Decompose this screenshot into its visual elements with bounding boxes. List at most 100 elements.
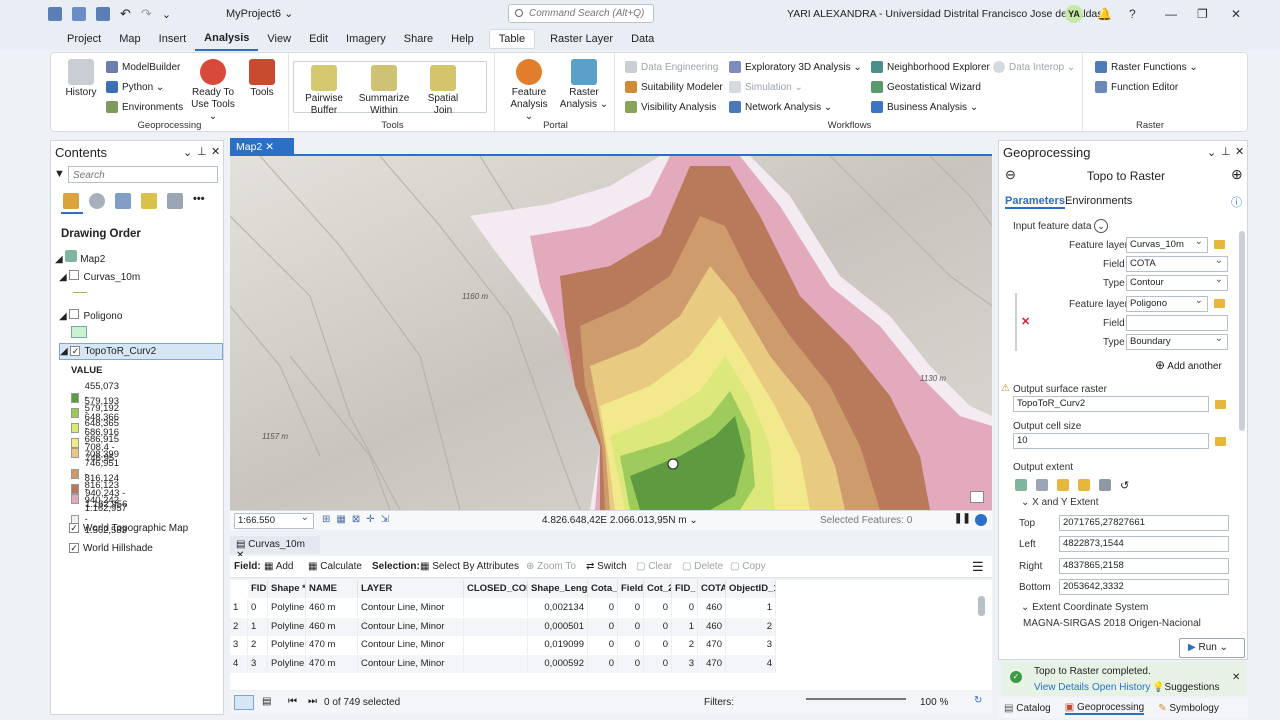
snapping-icon[interactable] <box>167 193 183 209</box>
reset-icon[interactable]: ↺ <box>1120 479 1129 492</box>
pause-icon[interactable]: ❚❚ <box>954 513 971 524</box>
table-cell[interactable]: 1 <box>672 617 698 636</box>
table-cell[interactable]: 0 <box>588 599 618 617</box>
open-icon[interactable] <box>72 7 86 21</box>
tree-basemap-hillshade[interactable]: ✓ World Hillshade <box>69 543 153 554</box>
network-analysis-button[interactable]: Network Analysis ⌄ <box>729 101 832 113</box>
table-cell[interactable]: Contour Line, Minor <box>358 654 464 673</box>
tree-layer-poligono[interactable]: ◢ Poligono <box>59 309 122 322</box>
grid-icon[interactable]: ▦ <box>336 514 345 525</box>
pairwise-buffer-button[interactable]: Pairwise Buffer <box>299 65 349 117</box>
table-cell[interactable] <box>464 599 528 617</box>
command-search[interactable]: Command Search (Alt+Q) <box>508 4 654 23</box>
tab-parameters[interactable]: Parameters <box>1005 195 1065 209</box>
table-cell[interactable]: 0 <box>588 636 618 654</box>
copy-button[interactable]: ▢ Copy <box>730 561 766 572</box>
table-cell[interactable]: 4 <box>726 654 776 673</box>
tree-basemap-topographic[interactable]: ✓ World Topographic Map <box>69 523 188 534</box>
output-raster-input[interactable]: TopoToR_Curv2 <box>1013 396 1209 412</box>
close-icon[interactable]: ✕ <box>1232 672 1240 683</box>
select-by-attributes-button[interactable]: ▦ Select By Attributes <box>420 561 519 572</box>
help-icon[interactable]: ⓘ <box>1231 194 1242 210</box>
table-cell[interactable]: 0,019099 <box>528 636 588 654</box>
tab-help[interactable]: Help <box>442 28 483 50</box>
pin-icon[interactable]: ⊥ <box>1221 145 1231 158</box>
table-menu-icon[interactable]: ☰ <box>972 559 984 575</box>
table-cell[interactable]: 2 <box>726 617 776 636</box>
data-source-icon[interactable] <box>89 193 105 209</box>
layer-checkbox[interactable] <box>69 270 80 280</box>
python-button[interactable]: Python ⌄ <box>106 81 164 93</box>
table-cell[interactable] <box>464 636 528 654</box>
collapse-icon[interactable]: ⌄ <box>1094 219 1108 233</box>
column-header[interactable]: NAME <box>306 580 358 598</box>
table-cell[interactable]: 0,000592 <box>528 654 588 673</box>
add-another-button[interactable]: ⊕ Add another <box>1155 358 1222 372</box>
zoom-extent-icon[interactable]: ⊞ <box>322 514 330 525</box>
field-1-select[interactable]: COTA <box>1126 256 1228 272</box>
close-icon[interactable]: ✕ <box>1235 145 1244 158</box>
pan-icon[interactable]: ✛ <box>366 514 374 525</box>
table-cell[interactable]: Contour Line, Minor <box>358 636 464 654</box>
table-cell[interactable]: 470 m <box>306 654 358 673</box>
tab-analysis[interactable]: Analysis <box>195 27 259 51</box>
browse-extent-icon[interactable] <box>1078 479 1090 491</box>
maximize-icon[interactable]: ❐ <box>1197 7 1208 21</box>
table-cell[interactable]: 2 <box>672 636 698 654</box>
layer-checkbox[interactable] <box>69 309 80 319</box>
view-details-link[interactable]: View Details <box>1034 682 1089 693</box>
tab-data[interactable]: Data <box>622 28 663 50</box>
tab-table[interactable]: Table <box>488 29 536 49</box>
business-analysis-button[interactable]: Business Analysis ⌄ <box>871 101 978 113</box>
tab-geoprocessing[interactable]: ▣ Geoprocessing <box>1064 702 1145 715</box>
map-tab[interactable]: Map2 ✕ <box>230 138 294 156</box>
table-cell[interactable]: 0 <box>644 654 672 673</box>
table-cell[interactable]: 0 <box>618 636 644 654</box>
customize-icon[interactable]: ⌄ <box>162 8 171 21</box>
pane-menu-icon[interactable]: ⌄ <box>1207 146 1216 159</box>
first-record-icon[interactable]: ⏮ <box>288 696 297 707</box>
open-history-link[interactable]: Open History <box>1092 682 1150 693</box>
filter-icon[interactable]: ▼ <box>54 168 65 180</box>
last-record-icon[interactable]: ⏭ <box>308 696 317 707</box>
navigate-icon[interactable]: ⇲ <box>381 514 389 525</box>
left-input[interactable]: 4822873,1544 <box>1059 536 1229 552</box>
top-input[interactable]: 2071765,27827661 <box>1059 515 1229 531</box>
table-cell[interactable]: 470 <box>698 654 726 673</box>
row-number[interactable]: 3 <box>230 636 248 654</box>
feature-analysis-button[interactable]: Feature Analysis ⌄ <box>505 59 553 123</box>
bottom-input[interactable]: 2053642,3332 <box>1059 579 1229 595</box>
remove-row-icon[interactable]: ✕ <box>1021 315 1030 328</box>
close-icon[interactable]: ✕ <box>1231 7 1241 21</box>
table-cell[interactable]: 0,002134 <box>528 599 588 617</box>
type-2-select[interactable]: Boundary <box>1126 334 1228 350</box>
geostatistical-wizard-button[interactable]: Geostatistical Wizard <box>871 81 981 93</box>
table-cell[interactable]: 0 <box>618 654 644 673</box>
editing-icon[interactable] <box>141 193 157 209</box>
table-cell[interactable]: 470 m <box>306 636 358 654</box>
row-number[interactable]: 2 <box>230 617 248 636</box>
table-cell[interactable]: Polyline <box>268 599 306 617</box>
environments-button[interactable]: Environments <box>106 101 183 113</box>
table-cell[interactable]: 0 <box>672 599 698 617</box>
right-input[interactable]: 4837865,2158 <box>1059 558 1229 574</box>
table-cell[interactable]: Contour Line, Minor <box>358 599 464 617</box>
folder-icon[interactable] <box>1214 240 1225 249</box>
suitability-modeler-button[interactable]: Suitability Modeler <box>625 81 723 93</box>
modelbuilder-button[interactable]: ModelBuilder <box>106 61 180 73</box>
zoom-to-button[interactable]: ⊕ Zoom To <box>526 561 576 572</box>
column-header[interactable]: Shape * <box>268 580 306 598</box>
table-cell[interactable]: 470 <box>698 636 726 654</box>
visibility-analysis-button[interactable]: Visibility Analysis <box>625 101 716 113</box>
back-icon[interactable]: ⊖ <box>1005 167 1016 183</box>
column-header[interactable]: Cot_2 <box>644 580 672 598</box>
folder-icon[interactable] <box>1215 437 1226 446</box>
column-header[interactable]: FID <box>248 580 268 598</box>
table-cell[interactable]: 0 <box>644 636 672 654</box>
map-overlay-icon[interactable] <box>970 491 984 503</box>
folder-icon[interactable] <box>1215 400 1226 409</box>
tree-map[interactable]: ◢ Map2 <box>55 250 105 265</box>
scale-dropdown[interactable]: 1:66.550 <box>234 513 314 529</box>
switch-button[interactable]: ⇄ Switch <box>586 561 627 572</box>
table-cell[interactable]: Polyline <box>268 636 306 654</box>
